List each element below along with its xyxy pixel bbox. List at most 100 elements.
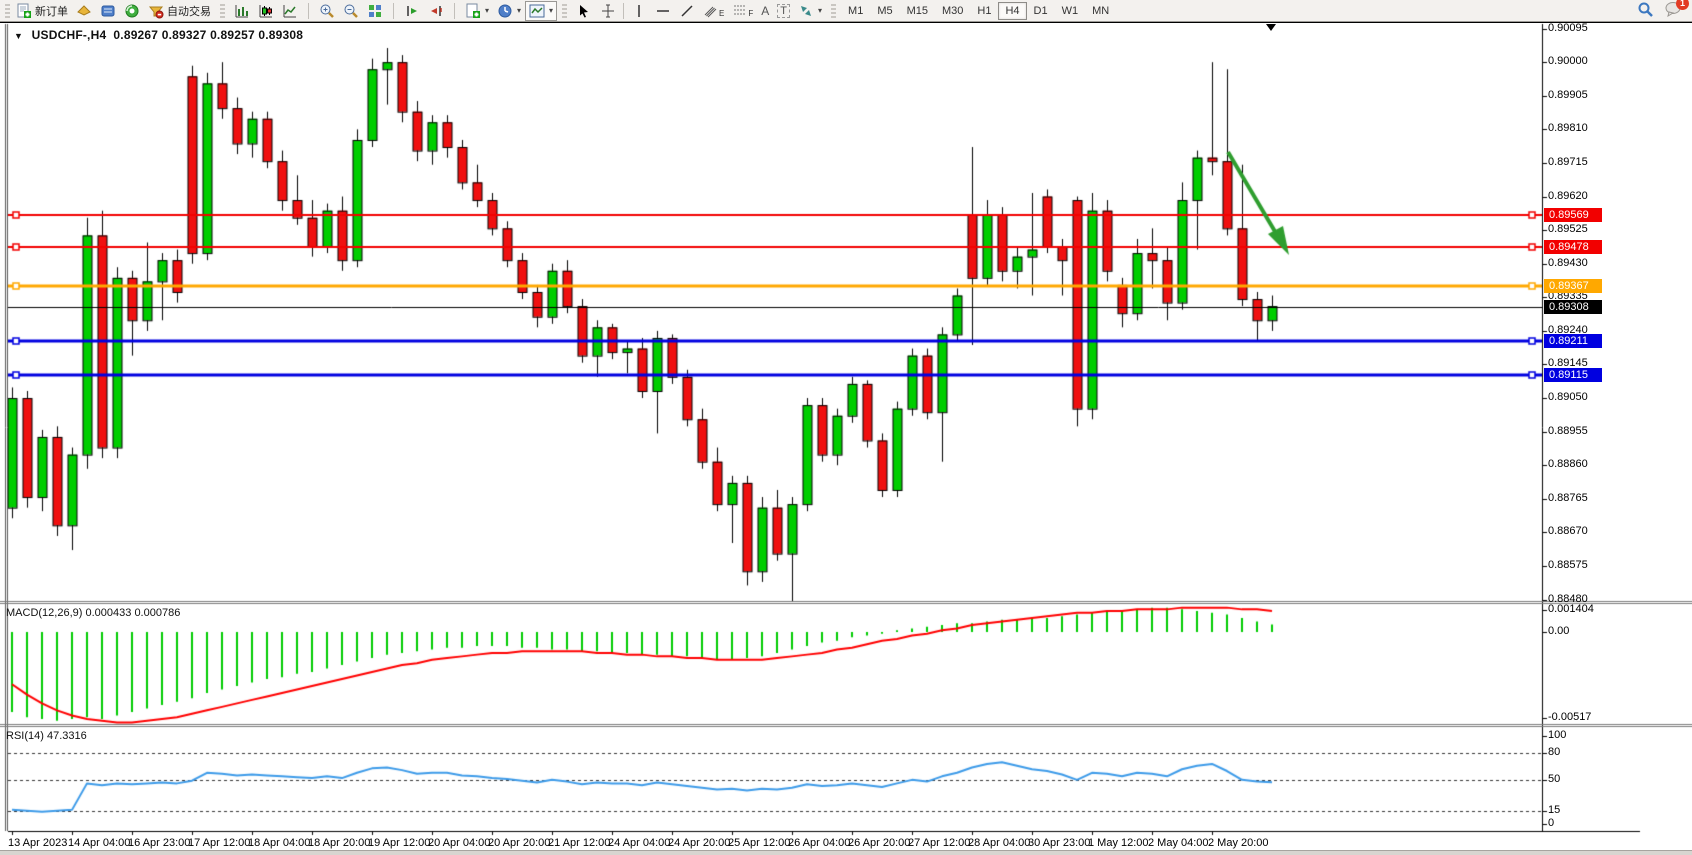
bar-chart-button[interactable]	[230, 1, 254, 21]
search-button[interactable]	[1637, 1, 1654, 21]
price-axis-label: 0.88860	[1548, 458, 1588, 470]
periods-button[interactable]: ▾	[493, 1, 525, 21]
date-axis-label[interactable]: 26 Apr 20:00	[848, 837, 910, 849]
timeframe-h4-button[interactable]: H4	[998, 2, 1026, 20]
community-icon	[124, 3, 140, 19]
toolbar-grip[interactable]	[5, 4, 10, 18]
zoom-out-button[interactable]	[339, 1, 363, 21]
metaeditor-button[interactable]	[96, 1, 120, 21]
date-axis-label[interactable]: 20 Apr 20:00	[488, 837, 550, 849]
date-axis-label[interactable]: 25 Apr 12:00	[728, 837, 790, 849]
price-level-badge: 0.89115	[1544, 368, 1602, 382]
text-label-button[interactable]: T	[773, 1, 794, 21]
date-axis-label[interactable]: 1 May 12:00	[1088, 837, 1149, 849]
horizontal-line-button[interactable]	[651, 1, 675, 21]
date-axis-label[interactable]: 2 May 20:00	[1208, 837, 1269, 849]
price-axis-label: 0.90095	[1548, 22, 1588, 34]
vertical-line-button[interactable]	[627, 1, 651, 21]
candlestick-chart-icon	[258, 3, 274, 19]
timeframe-mn-button[interactable]: MN	[1085, 2, 1116, 20]
date-axis-label[interactable]: 21 Apr 12:00	[548, 837, 610, 849]
crosshair-icon	[600, 3, 616, 19]
toolbar-separator	[454, 3, 455, 19]
price-axis-label: 0.89810	[1548, 122, 1588, 134]
fibonacci-button[interactable]: F	[728, 1, 757, 21]
toolbar-separator	[393, 3, 394, 19]
price-axis-label: 0.89050	[1548, 391, 1588, 403]
shapes-button[interactable]: ▾	[794, 1, 826, 21]
date-axis-label[interactable]: 24 Apr 04:00	[608, 837, 670, 849]
date-axis-label[interactable]: 18 Apr 20:00	[308, 837, 370, 849]
toolbar-grip[interactable]	[831, 4, 836, 18]
timeframe-w1-button[interactable]: W1	[1055, 2, 1086, 20]
macd-axis-min: -0.00517	[1548, 711, 1591, 723]
timeframe-m30-button[interactable]: M30	[935, 2, 970, 20]
ohlc-high: 0.89327	[162, 28, 207, 42]
cursor-button[interactable]	[572, 1, 596, 21]
date-axis-label[interactable]: 19 Apr 12:00	[368, 837, 430, 849]
channel-sub-label: E	[719, 9, 724, 18]
price-axis-label: 0.90000	[1548, 55, 1588, 67]
collapse-triangle-icon[interactable]: ▼	[14, 31, 23, 41]
new-order-button[interactable]: 新订单	[12, 1, 72, 21]
date-axis-label[interactable]: 30 Apr 23:00	[1028, 837, 1090, 849]
line-chart-button[interactable]	[278, 1, 302, 21]
new-chart-button[interactable]: ▾	[461, 1, 493, 21]
date-axis-label[interactable]: 2 May 04:00	[1148, 837, 1209, 849]
bar-chart-icon	[234, 3, 250, 19]
indicators-button[interactable]: ▾	[525, 1, 557, 21]
timeframe-m5-button[interactable]: M5	[870, 2, 899, 20]
date-axis-label[interactable]: 27 Apr 12:00	[908, 837, 970, 849]
price-axis-label: 0.88765	[1548, 492, 1588, 504]
date-axis-label[interactable]: 26 Apr 04:00	[788, 837, 850, 849]
timeframe-m1-button[interactable]: M1	[841, 2, 870, 20]
zoom-group	[312, 0, 390, 22]
price-axis-label: 0.88955	[1548, 425, 1588, 437]
new-order-label: 新订单	[35, 3, 68, 19]
zoom-in-button[interactable]	[315, 1, 339, 21]
date-axis-label[interactable]: 24 Apr 20:00	[668, 837, 730, 849]
channel-button[interactable]: E	[699, 1, 728, 21]
metaeditor-icon	[100, 3, 116, 19]
toolbar-separator	[623, 3, 624, 19]
fibonacci-icon	[732, 3, 748, 19]
date-axis-label[interactable]: 17 Apr 12:00	[188, 837, 250, 849]
autotrading-button[interactable]: 自动交易	[144, 1, 215, 21]
metaquotes-button[interactable]	[72, 1, 96, 21]
date-axis-label[interactable]: 13 Apr 2023	[8, 837, 67, 849]
timeframe-group: M1 M5 M15 M30 H1 H4 D1 W1 MN	[838, 0, 1119, 22]
date-axis-label[interactable]: 28 Apr 04:00	[968, 837, 1030, 849]
line-chart-icon	[282, 3, 298, 19]
date-axis-label[interactable]: 20 Apr 04:00	[428, 837, 490, 849]
tile-windows-button[interactable]	[363, 1, 387, 21]
price-axis-label: 0.88575	[1548, 559, 1588, 571]
community-button[interactable]	[120, 1, 144, 21]
rsi-indicator-label: RSI(14) 47.3316	[6, 730, 87, 742]
price-level-badge: 0.89478	[1544, 240, 1602, 254]
text-button[interactable]: A	[757, 1, 773, 21]
toolbar-grip[interactable]	[562, 4, 567, 18]
date-axis-label[interactable]: 16 Apr 23:00	[128, 837, 190, 849]
timeframe-h1-button[interactable]: H1	[970, 2, 998, 20]
date-axis-label[interactable]: 18 Apr 04:00	[248, 837, 310, 849]
toolbar-grip[interactable]	[220, 4, 225, 18]
chevron-down-icon: ▾	[485, 6, 489, 15]
channel-icon	[703, 3, 719, 19]
chat-button[interactable]: 1	[1664, 1, 1682, 20]
price-axis-label: 0.89430	[1548, 257, 1588, 269]
timeframe-m15-button[interactable]: M15	[900, 2, 935, 20]
window-top-border	[0, 22, 1692, 23]
objects-group: E F A T ▾	[569, 0, 829, 22]
price-chart-canvas[interactable]	[0, 22, 1692, 850]
rsi-name: RSI(14)	[6, 730, 44, 742]
chart-shift-button[interactable]	[400, 1, 424, 21]
macd-signal-value: 0.000786	[134, 607, 180, 619]
date-axis-label[interactable]: 14 Apr 04:00	[68, 837, 130, 849]
crosshair-button[interactable]	[596, 1, 620, 21]
candlestick-chart-button[interactable]	[254, 1, 278, 21]
auto-scroll-button[interactable]	[424, 1, 448, 21]
trendline-button[interactable]	[675, 1, 699, 21]
chart-shift-marker[interactable]	[1266, 24, 1276, 31]
timeframe-d1-button[interactable]: D1	[1027, 2, 1055, 20]
new-chart-icon	[465, 3, 481, 19]
